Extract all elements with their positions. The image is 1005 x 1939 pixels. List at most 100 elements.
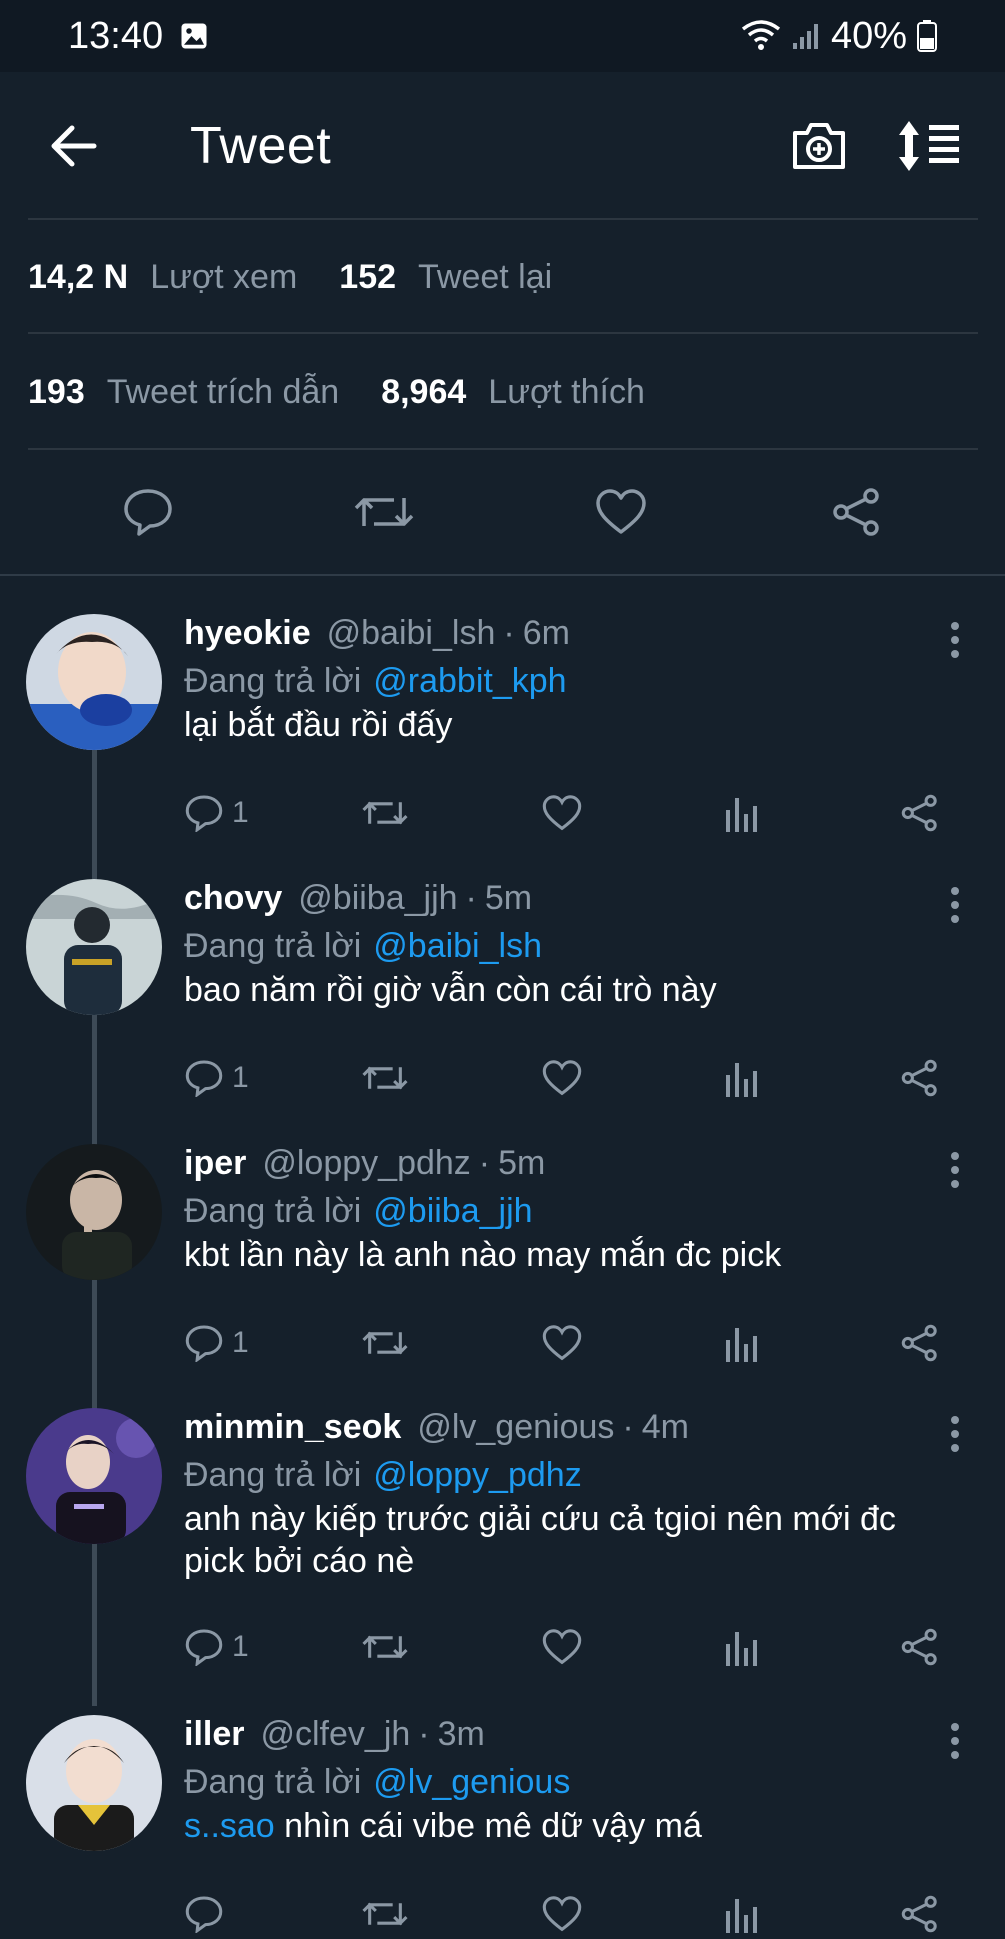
replying-to-mention[interactable]: @loppy_pdhz: [373, 1456, 581, 1495]
replying-label: Đang trả lời: [184, 661, 362, 700]
app-bar: Tweet: [0, 72, 1005, 220]
replying-label: Đang trả lời: [184, 1455, 362, 1494]
analytics-button[interactable]: [724, 794, 758, 832]
share-button[interactable]: [900, 794, 940, 832]
retweet-button[interactable]: [354, 482, 414, 542]
divider: [28, 448, 978, 450]
camera-plus-icon[interactable]: [791, 121, 847, 171]
heart-icon: [542, 1896, 582, 1932]
like-button[interactable]: [591, 482, 651, 542]
separator-dot: ·: [478, 1144, 491, 1182]
replying-label: Đang trả lời: [184, 1191, 362, 1230]
stats-row-1: 14,2 N Lượt xem 152 Tweet lại: [28, 258, 594, 297]
author-name[interactable]: chovy: [184, 879, 282, 918]
divider: [28, 218, 978, 220]
like-button[interactable]: [542, 794, 582, 832]
share-button[interactable]: [900, 1628, 940, 1666]
reply-count: 1: [232, 1061, 249, 1094]
back-button[interactable]: [44, 116, 104, 176]
comment-icon: [185, 795, 223, 832]
reply-button[interactable]: [184, 1895, 224, 1933]
comment-icon: [185, 1325, 223, 1362]
retweet-button[interactable]: [362, 1628, 408, 1666]
share-icon: [901, 1895, 937, 1933]
avatar[interactable]: [26, 1408, 162, 1544]
analytics-button[interactable]: [724, 1324, 758, 1362]
tweet-text: s..sao nhìn cái vibe mê dữ vậy má: [184, 1805, 954, 1847]
analytics-button[interactable]: [724, 1059, 758, 1097]
retweet-button[interactable]: [362, 794, 408, 832]
tweet-text: anh này kiếp trước giải cứu cả tgioi nên…: [184, 1498, 954, 1582]
quotes-label[interactable]: Tweet trích dẫn: [107, 373, 339, 412]
retweet-icon: [362, 1635, 408, 1659]
analytics-button[interactable]: [724, 1628, 758, 1666]
replying-to-mention[interactable]: @biiba_jjh: [373, 1192, 532, 1231]
quotes-count: 193: [28, 373, 85, 411]
more-vertical-icon[interactable]: [945, 1414, 965, 1454]
reply-count: 1: [232, 796, 249, 829]
status-bar: 13:40 40%: [0, 0, 1005, 72]
battery-level: 40%: [830, 14, 907, 57]
like-button[interactable]: [542, 1059, 582, 1097]
reply-action-bar: [184, 1889, 954, 1939]
views-label[interactable]: Lượt xem: [150, 258, 297, 297]
author-name[interactable]: minmin_seok: [184, 1408, 401, 1447]
retweet-icon: [362, 801, 408, 825]
author-name[interactable]: iller: [184, 1715, 244, 1754]
more-vertical-icon[interactable]: [945, 885, 965, 925]
replying-to-mention[interactable]: @lv_genious: [373, 1763, 570, 1802]
share-button[interactable]: [900, 1059, 940, 1097]
wifi-icon: [741, 20, 781, 50]
share-button[interactable]: [900, 1324, 940, 1362]
author-name[interactable]: iper: [184, 1144, 246, 1183]
analytics-button[interactable]: [724, 1895, 758, 1933]
like-button[interactable]: [542, 1324, 582, 1362]
tweet-text-line: anh này kiếp trước giải cứu cả tgioi nên…: [184, 1500, 896, 1538]
likes-label[interactable]: Lượt thích: [488, 373, 645, 412]
tweet-age: 5m: [484, 879, 533, 917]
replying-to-mention[interactable]: @rabbit_kph: [373, 662, 566, 701]
text-mention[interactable]: s..sao: [184, 1807, 275, 1845]
reply-action-bar: 1: [184, 1318, 954, 1368]
reply-count: 1: [232, 1630, 249, 1663]
like-button[interactable]: [542, 1895, 582, 1933]
share-button[interactable]: [900, 1895, 940, 1933]
tweet-age: 5m: [498, 1144, 546, 1182]
more-vertical-icon[interactable]: [945, 620, 965, 660]
heart-icon: [595, 489, 646, 534]
avatar[interactable]: [26, 1715, 162, 1851]
replying-to-mention[interactable]: @baibi_lsh: [373, 927, 542, 966]
more-vertical-icon[interactable]: [945, 1721, 965, 1761]
back-arrow-icon: [51, 125, 97, 167]
reply-button[interactable]: 1: [184, 1059, 249, 1097]
replying-label: Đang trả lời: [184, 926, 362, 965]
share-button[interactable]: [827, 482, 887, 542]
divider: [0, 574, 1005, 576]
tweet-age: 3m: [437, 1715, 485, 1753]
retweet-button[interactable]: [362, 1324, 408, 1362]
reply-button[interactable]: 1: [184, 794, 249, 832]
heart-icon: [542, 1060, 582, 1096]
reply-button[interactable]: 1: [184, 1628, 249, 1666]
avatar[interactable]: [26, 879, 162, 1015]
reply-button[interactable]: [118, 482, 178, 542]
avatar[interactable]: [26, 614, 162, 750]
share-icon: [901, 1628, 937, 1666]
more-vertical-icon[interactable]: [945, 1150, 965, 1190]
comment-icon: [185, 1896, 223, 1933]
like-button[interactable]: [542, 1628, 582, 1666]
retweet-button[interactable]: [362, 1059, 408, 1097]
avatar[interactable]: [26, 1144, 162, 1280]
sort-icon[interactable]: [897, 121, 961, 171]
page-title: Tweet: [190, 117, 332, 175]
retweets-label[interactable]: Tweet lại: [418, 258, 552, 297]
author-handle: @lv_genious: [417, 1408, 615, 1446]
retweet-button[interactable]: [362, 1895, 408, 1933]
views-count: 14,2 N: [28, 258, 129, 296]
image-notification-icon: [181, 23, 207, 49]
divider: [28, 332, 978, 334]
separator-dot: ·: [622, 1408, 634, 1446]
reply-button[interactable]: 1: [184, 1324, 249, 1362]
analytics-icon: [726, 1899, 757, 1933]
author-name[interactable]: hyeokie: [184, 614, 311, 653]
